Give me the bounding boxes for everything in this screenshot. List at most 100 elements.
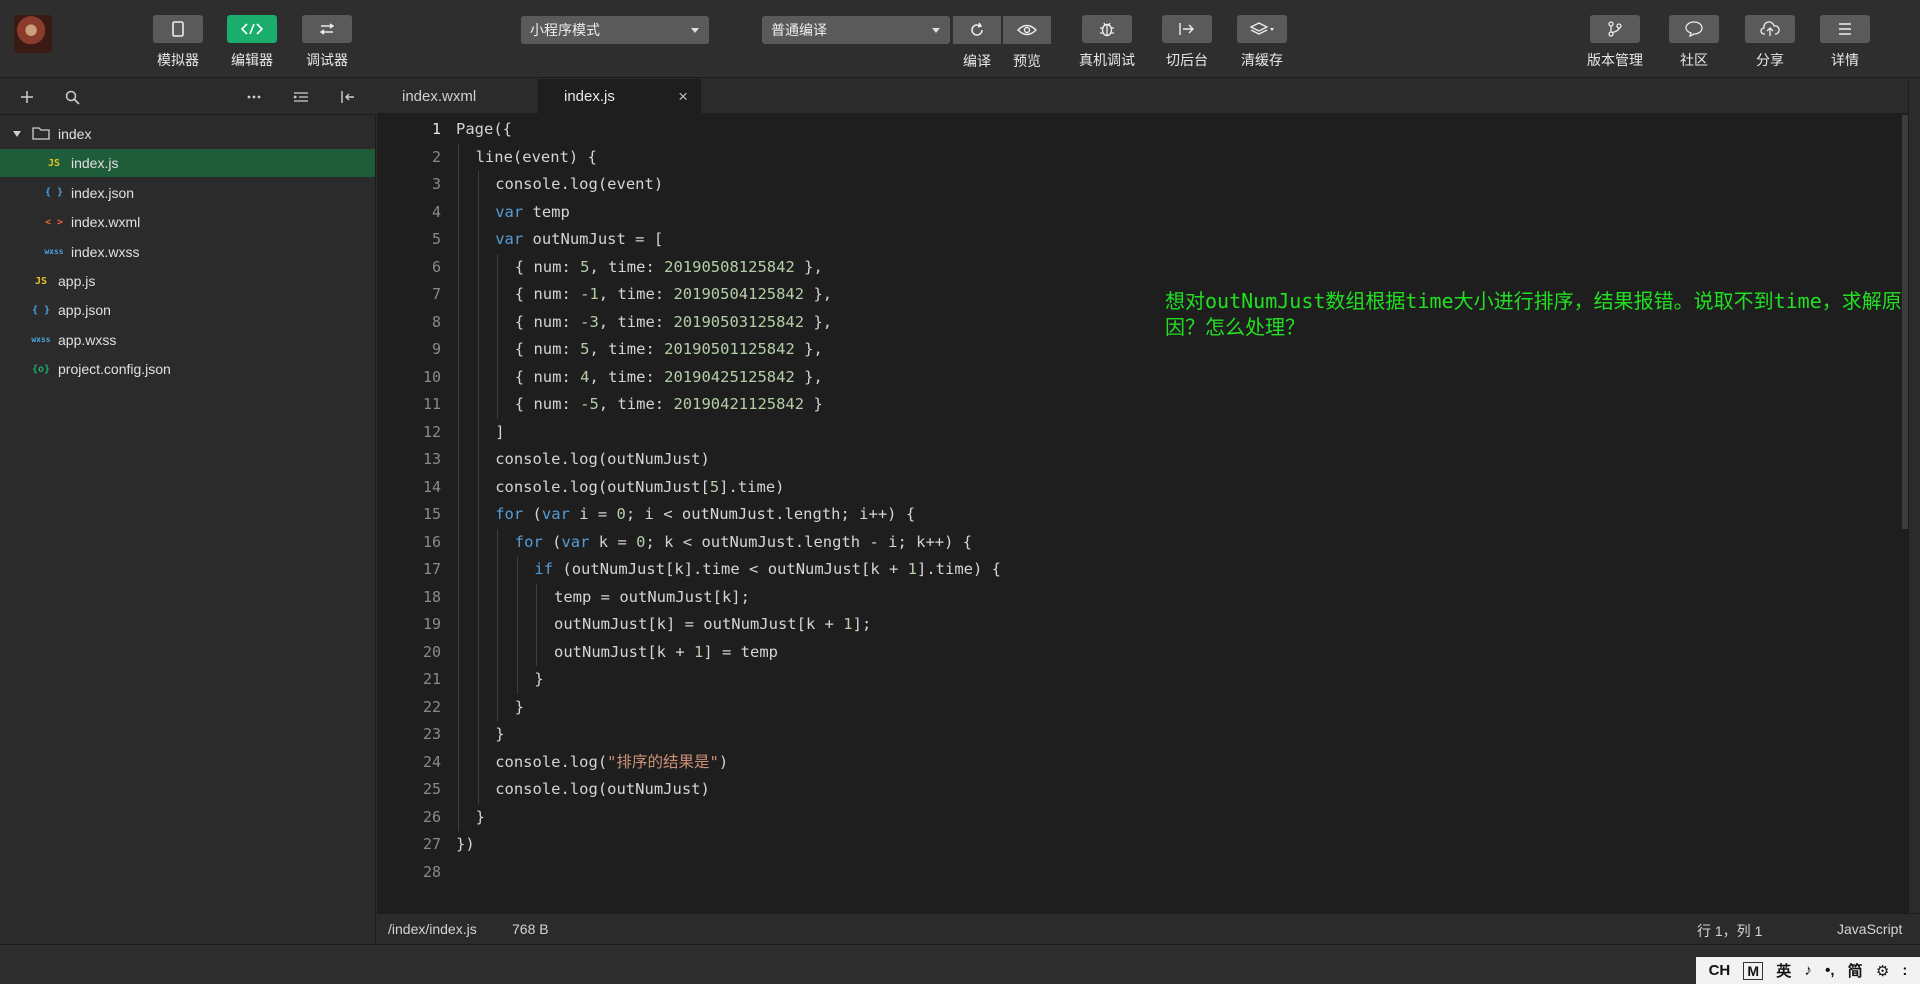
code-line[interactable]: temp = outNumJust[k]; [554,584,750,611]
version-control-button[interactable]: 版本管理 [1580,15,1650,70]
code-editor[interactable]: 1 2 3 4 5 6 7 8 9 10 11 12 13 14 15 16 17 18 19 20 21 22 23 24 2… [377,113,1920,913]
clear-cache-button[interactable]: 清缓存 [1227,15,1297,70]
add-file-button[interactable] [17,87,37,107]
ime-item[interactable]: CH [1709,962,1731,979]
tree-item-project-config-json[interactable]: {o} project.config.json [0,355,375,383]
mode-select[interactable]: 小程序模式 [521,16,709,44]
collapse-tree-button[interactable] [291,87,311,107]
tree-item-label: app.wxss [58,331,117,348]
debug-toggle-icon [302,15,352,43]
line-number: 15 [422,505,441,523]
real-device-debug-button[interactable]: 真机调试 [1072,15,1142,70]
indent-guide [516,556,518,694]
code-line[interactable]: { num: 5, time: 20190501125842 }, [515,336,823,363]
ime-toolbar[interactable]: CH M 英 ♪ •, 简 ⚙: [1696,957,1920,984]
code-token: }, [794,340,823,358]
ime-item[interactable]: : [1902,962,1907,979]
code-line[interactable]: Page({ [456,116,512,143]
ime-item[interactable]: M [1743,961,1764,980]
code-line[interactable]: console.log("排序的结果是") [495,749,728,776]
tree-item-app-json[interactable]: { } app.json [0,296,375,324]
tree-item-label: index [58,126,92,142]
code-token: temp [523,202,570,221]
ime-item[interactable]: ♪ [1804,962,1812,979]
code-line[interactable]: }) [456,831,475,858]
tab-index-js[interactable]: index.js × [539,79,701,115]
debugger-button[interactable]: 调试器 [292,15,362,70]
keyword-token: for [495,505,524,523]
tree-item-index-json[interactable]: { } index.json [0,179,375,207]
tree-item-app-wxss[interactable]: wxss app.wxss [0,326,375,354]
tree-item-app-js[interactable]: JS app.js [0,267,375,295]
code-line[interactable]: if (outNumJust[k].time < outNumJust[k + … [534,556,1001,583]
js-file-icon: JS [47,157,61,169]
code-line[interactable]: ] [495,419,504,446]
cursor-position[interactable]: 行 1，列 1 [1697,921,1762,941]
switch-background-button[interactable]: 切后台 [1152,15,1222,70]
number-token: 20190503125842 [673,312,805,331]
close-icon[interactable]: × [678,79,688,115]
tree-item-label: index.wxss [71,243,140,260]
code-line[interactable]: var temp [495,199,570,226]
editor-button[interactable]: 编辑器 [217,15,287,70]
code-line[interactable]: line(event) { [476,144,597,171]
code-line[interactable]: } [534,666,543,693]
tree-item-label: index.json [71,184,135,201]
ime-item[interactable]: 简 [1848,960,1863,981]
code-token: ; k < outNumJust.length - i; k++) { [645,532,973,551]
switch-background-label: 切后台 [1166,52,1208,68]
code-line[interactable]: console.log(outNumJust) [495,776,710,803]
compile-select[interactable]: 普通编译 [762,16,950,44]
caret-down-icon[interactable] [12,126,22,142]
language-mode[interactable]: JavaScript [1837,921,1902,937]
preview-button[interactable] [1003,16,1051,44]
code-line[interactable]: console.log(outNumJust) [495,446,710,473]
tab-index-wxml[interactable]: index.wxml [377,79,539,115]
code-line[interactable]: { num: -3, time: 20190503125842 }, [515,309,832,336]
details-button[interactable]: 详情 [1810,15,1880,70]
ime-item[interactable]: ⚙ [1876,962,1889,980]
ime-item[interactable]: •, [1825,962,1834,979]
code-line[interactable]: { num: 5, time: 20190508125842 }, [515,254,823,281]
menu-icon [1820,15,1870,43]
code-line[interactable]: } [515,694,524,721]
wxss-file-icon: wxss [44,247,64,257]
more-button[interactable] [244,87,264,107]
tree-item-index[interactable]: index [0,120,375,148]
code-line[interactable]: for (var i = 0; i < outNumJust.length; i… [495,501,915,528]
code-line[interactable]: outNumJust[k + 1] = temp [554,639,778,666]
code-line[interactable]: console.log(event) [495,171,663,198]
code-line[interactable]: { num: -5, time: 20190421125842 } [515,391,823,418]
ellipsis-icon [247,95,261,99]
search-button[interactable] [62,87,82,107]
compile-button[interactable] [953,16,1001,44]
tree-item-label: app.js [58,273,96,289]
line-number: 23 [422,725,441,743]
tab-label: index.wxml [402,88,477,105]
code-line[interactable]: for (var k = 0; k < outNumJust.length - … [515,529,972,556]
code-line[interactable]: var outNumJust = [ [495,226,663,253]
code-line[interactable]: } [495,721,504,748]
toggle-sidebar-button[interactable] [338,87,358,107]
code-token: ( [523,505,542,523]
code-token: ( [542,532,562,551]
code-line[interactable]: } [476,804,485,831]
user-avatar[interactable] [14,15,52,53]
code-line[interactable]: { num: 4, time: 20190425125842 }, [515,364,823,391]
ime-item[interactable]: 英 [1776,960,1791,981]
tree-item-index-js[interactable]: JS index.js [0,149,375,178]
number-token: -3 [580,312,599,331]
file-size: 768 B [512,921,549,937]
code-token: ) [718,752,729,771]
number-token: 1 [843,615,853,633]
code-line[interactable]: console.log(outNumJust[5].time) [495,474,784,501]
community-button[interactable]: 社区 [1659,15,1729,70]
code-line[interactable]: { num: -1, time: 20190504125842 }, [515,281,832,308]
tree-item-index-wxss[interactable]: wxss index.wxss [0,238,375,266]
simulator-button[interactable]: 模拟器 [143,15,213,70]
tree-item-index-wxml[interactable]: < > index.wxml [0,208,375,236]
share-button[interactable]: 分享 [1735,15,1805,70]
code-line[interactable]: outNumJust[k] = outNumJust[k + 1]; [554,611,871,638]
code-area[interactable]: Page({line(event) {console.log(event) var… [456,113,1890,913]
number-token: -1 [580,285,599,303]
